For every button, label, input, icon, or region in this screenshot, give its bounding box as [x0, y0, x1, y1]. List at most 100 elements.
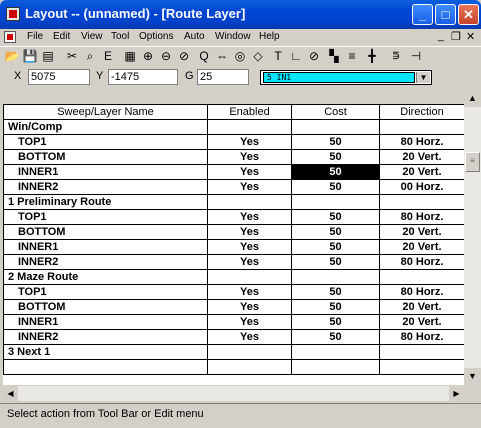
vertical-scrollbar[interactable]: ▲ ≡ ▼	[464, 90, 481, 385]
layer-row[interactable]: TOP1 Yes 50 80 Horz.	[3, 134, 464, 150]
text-e-icon[interactable]: E	[100, 48, 116, 64]
cost-cell[interactable]: 50	[291, 224, 380, 240]
move-icon[interactable]: ⇔	[214, 48, 230, 64]
color-palette-icon[interactable]: ▚	[326, 48, 342, 64]
maximize-button[interactable]: □	[435, 4, 456, 25]
layer-name-cell[interactable]: INNER2	[3, 254, 208, 270]
layer-name-cell[interactable]: BOTTOM	[3, 299, 208, 315]
layer-name-cell[interactable]: INNER1	[3, 239, 208, 255]
direction-cell[interactable]: 80 Horz.	[379, 284, 464, 300]
vertical-scroll-thumb[interactable]: ≡	[465, 152, 480, 172]
layer-name-cell[interactable]: TOP1	[3, 134, 208, 150]
direction-cell[interactable]: 20 Vert.	[379, 314, 464, 330]
title-bar[interactable]: Layout -- (unnamed) - [Route Layer] _ □ …	[0, 0, 481, 29]
layer-row[interactable]: INNER2 Yes 50 80 Horz.	[3, 254, 464, 270]
enabled-cell[interactable]: Yes	[207, 329, 292, 345]
direction-cell[interactable]: 80 Horz.	[379, 329, 464, 345]
enabled-cell[interactable]: Yes	[207, 179, 292, 195]
group-row[interactable]: 3 Next 1	[3, 344, 464, 360]
cost-cell[interactable]: 50	[291, 179, 380, 195]
direction-cell[interactable]: 20 Vert.	[379, 239, 464, 255]
tool-a-icon[interactable]: ⋾	[388, 48, 404, 64]
column-header[interactable]: Cost	[291, 104, 380, 120]
direction-cell[interactable]: 20 Vert.	[379, 149, 464, 165]
query-icon[interactable]: Q	[196, 48, 212, 64]
y-coordinate-field[interactable]: -1475	[108, 69, 178, 85]
tool-b-icon[interactable]: ⊣	[408, 48, 424, 64]
layer-row[interactable]: INNER2 Yes 50 80 Horz.	[3, 329, 464, 345]
binoculars-icon[interactable]: ⌕	[82, 48, 98, 64]
layer-name-cell[interactable]: INNER2	[3, 179, 208, 195]
mdi-minimize-button[interactable]: _	[438, 30, 444, 42]
cost-cell[interactable]: 50	[291, 314, 380, 330]
dimension-icon[interactable]: ∟	[288, 48, 304, 64]
layer-row[interactable]: BOTTOM Yes 50 20 Vert.	[3, 149, 464, 165]
circle-icon[interactable]: ◎	[232, 48, 248, 64]
menu-window[interactable]: Window	[215, 31, 251, 42]
enabled-cell[interactable]: Yes	[207, 134, 292, 150]
cost-cell[interactable]: 50	[291, 164, 380, 180]
cost-cell[interactable]: 50	[291, 254, 380, 270]
enabled-cell[interactable]: Yes	[207, 299, 292, 315]
drc-icon[interactable]: ≡	[344, 48, 360, 64]
group-row[interactable]: 1 Preliminary Route	[3, 194, 464, 210]
enabled-cell[interactable]: Yes	[207, 164, 292, 180]
layer-row[interactable]: BOTTOM Yes 50 20 Vert.	[3, 299, 464, 315]
horizontal-scrollbar[interactable]: ◀ ▶	[3, 386, 464, 401]
layer-row[interactable]: TOP1 Yes 50 80 Horz.	[3, 209, 464, 225]
group-row[interactable]: Win/Comp	[3, 119, 464, 135]
enabled-cell[interactable]: Yes	[207, 314, 292, 330]
layer-name-cell[interactable]: TOP1	[3, 209, 208, 225]
route-icon[interactable]: ╋	[364, 48, 380, 64]
enabled-cell[interactable]: Yes	[207, 254, 292, 270]
cost-cell[interactable]: 50	[291, 134, 380, 150]
cost-cell[interactable]: 50	[291, 149, 380, 165]
layer-name-cell[interactable]: TOP1	[3, 284, 208, 300]
enabled-cell[interactable]: Yes	[207, 149, 292, 165]
scroll-right-icon[interactable]: ▶	[449, 386, 464, 401]
cost-cell[interactable]: 50	[291, 329, 380, 345]
menu-auto[interactable]: Auto	[184, 31, 205, 42]
scroll-up-icon[interactable]: ▲	[464, 90, 481, 107]
direction-cell[interactable]: 00 Horz.	[379, 179, 464, 195]
layer-dropdown[interactable]: 5 IN1 ▼	[260, 70, 432, 85]
column-header[interactable]: Direction	[379, 104, 464, 120]
edit-shape-icon[interactable]: ◇	[250, 48, 266, 64]
layer-row[interactable]: TOP1 Yes 50 80 Horz.	[3, 284, 464, 300]
enabled-cell[interactable]: Yes	[207, 284, 292, 300]
direction-cell[interactable]: 80 Horz.	[379, 134, 464, 150]
cost-cell[interactable]: 50	[291, 209, 380, 225]
layer-row[interactable]: INNER1 Yes 50 20 Vert.	[3, 314, 464, 330]
menu-tool[interactable]: Tool	[111, 31, 129, 42]
menu-options[interactable]: Options	[139, 31, 173, 42]
cost-cell[interactable]: 50	[291, 239, 380, 255]
direction-cell[interactable]: 80 Horz.	[379, 209, 464, 225]
zoom-in-icon[interactable]: ⊕	[140, 48, 156, 64]
zoom-fit-icon[interactable]: ⊘	[176, 48, 192, 64]
layer-row[interactable]: INNER1 Yes 50 20 Vert.	[3, 164, 464, 180]
enabled-cell[interactable]: Yes	[207, 224, 292, 240]
layer-row[interactable]: BOTTOM Yes 50 20 Vert.	[3, 224, 464, 240]
scroll-left-icon[interactable]: ◀	[3, 386, 18, 401]
grid-size-field[interactable]: 25	[197, 69, 249, 85]
cost-cell[interactable]: 50	[291, 299, 380, 315]
layer-name-cell[interactable]: BOTTOM	[3, 224, 208, 240]
grid-icon[interactable]: ▦	[122, 48, 138, 64]
close-button[interactable]: ✕	[458, 4, 479, 25]
menu-help[interactable]: Help	[259, 31, 280, 42]
document-icon[interactable]	[4, 31, 16, 43]
zoom-out-icon[interactable]: ⊖	[158, 48, 174, 64]
direction-cell[interactable]: 80 Horz.	[379, 254, 464, 270]
column-header[interactable]: Sweep/Layer Name	[3, 104, 208, 120]
layer-row[interactable]: INNER2 Yes 50 00 Horz.	[3, 179, 464, 195]
text-tool-icon[interactable]: T	[270, 48, 286, 64]
group-row[interactable]: 2 Maze Route	[3, 269, 464, 285]
column-header[interactable]: Enabled	[207, 104, 292, 120]
cost-cell[interactable]: 50	[291, 284, 380, 300]
enabled-cell[interactable]: Yes	[207, 209, 292, 225]
layer-name-cell[interactable]: INNER1	[3, 314, 208, 330]
x-coordinate-field[interactable]: 5075	[28, 69, 90, 85]
app-icon[interactable]	[6, 7, 20, 21]
menu-file[interactable]: File	[27, 31, 43, 42]
layer-name-cell[interactable]: INNER1	[3, 164, 208, 180]
